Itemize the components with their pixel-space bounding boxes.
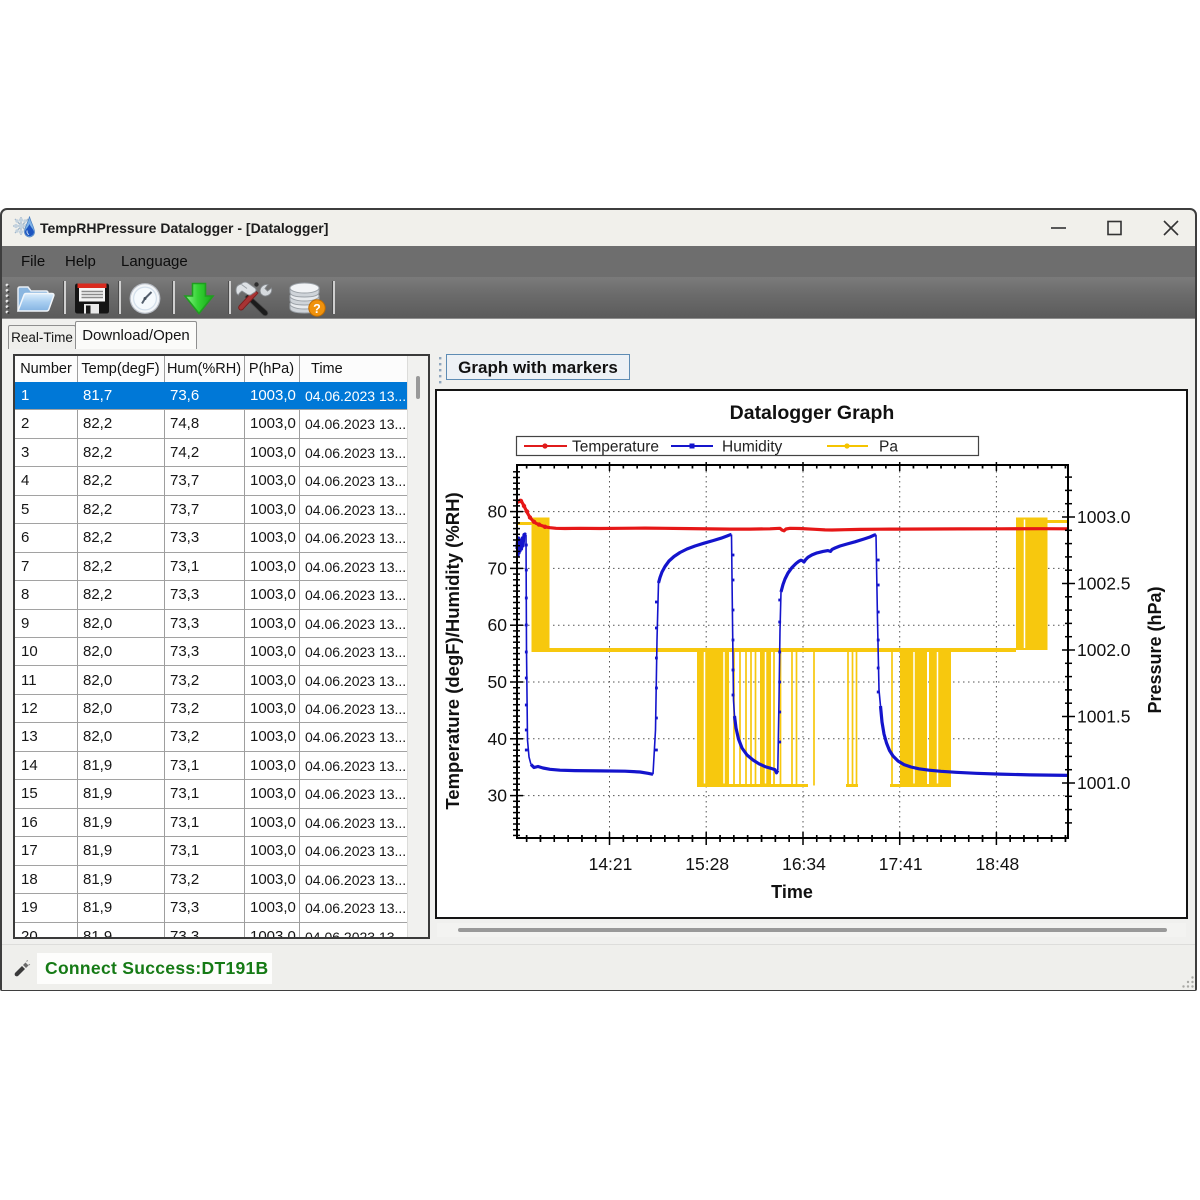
svg-text:1002.0: 1002.0 bbox=[1077, 640, 1131, 660]
svg-text:70: 70 bbox=[488, 558, 508, 578]
svg-text:Pa: Pa bbox=[879, 439, 898, 456]
svg-text:50: 50 bbox=[488, 672, 508, 692]
svg-text:1001.0: 1001.0 bbox=[1077, 773, 1131, 793]
svg-text:40: 40 bbox=[488, 729, 508, 749]
svg-text:Pressure (hPa): Pressure (hPa) bbox=[1145, 586, 1165, 713]
svg-text:14:21: 14:21 bbox=[589, 854, 633, 874]
svg-text:1001.5: 1001.5 bbox=[1077, 707, 1131, 727]
svg-text:Humidity: Humidity bbox=[722, 439, 783, 456]
svg-text:60: 60 bbox=[488, 615, 508, 635]
svg-text:17:41: 17:41 bbox=[879, 854, 923, 874]
svg-text:Temperature: Temperature bbox=[572, 439, 659, 456]
svg-text:18:48: 18:48 bbox=[976, 854, 1020, 874]
svg-text:?: ? bbox=[313, 302, 321, 316]
svg-text:16:34: 16:34 bbox=[782, 854, 826, 874]
svg-text:Temperature (degF)/Humidity (%: Temperature (degF)/Humidity (%RH) bbox=[442, 492, 463, 809]
svg-text:1002.5: 1002.5 bbox=[1077, 574, 1131, 594]
svg-text:30: 30 bbox=[488, 786, 508, 806]
svg-text:1003.0: 1003.0 bbox=[1077, 507, 1131, 527]
svg-text:Time: Time bbox=[771, 882, 813, 902]
svg-text:15:28: 15:28 bbox=[685, 854, 729, 874]
svg-text:Datalogger Graph: Datalogger Graph bbox=[730, 402, 895, 424]
svg-text:80: 80 bbox=[488, 502, 508, 522]
